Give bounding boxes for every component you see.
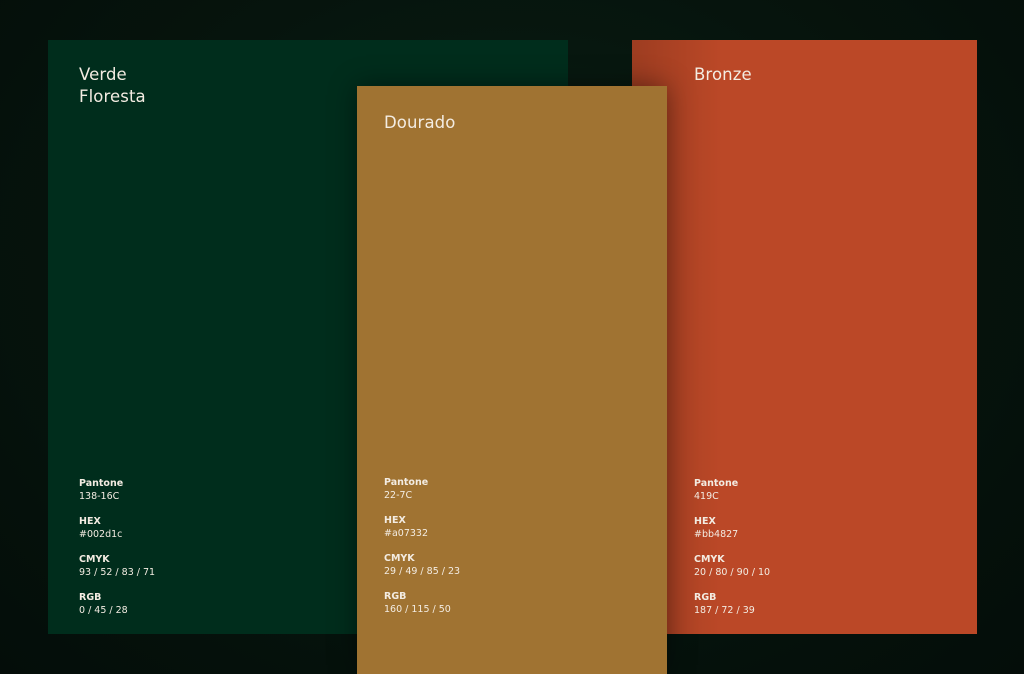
color-card-bronze: Bronze Pantone 419C HEX #bb4827 CMYK 20 … xyxy=(632,40,977,634)
color-specs: Pantone 138-16C HEX #002d1c CMYK 93 / 52… xyxy=(79,477,155,629)
spec-label: HEX xyxy=(79,516,101,527)
color-specs: Pantone 419C HEX #bb4827 CMYK 20 / 80 / … xyxy=(694,477,770,629)
spec-value: #a07332 xyxy=(384,528,429,539)
spec-value: #002d1c xyxy=(79,529,123,540)
spec-rgb: RGB 187 / 72 / 39 xyxy=(694,591,770,617)
spec-cmyk: CMYK 20 / 80 / 90 / 10 xyxy=(694,553,770,579)
spec-label: CMYK xyxy=(79,554,110,565)
spec-value: 138-16C xyxy=(79,491,120,502)
color-name: Bronze xyxy=(694,65,752,84)
spec-label: Pantone xyxy=(384,477,429,488)
spec-value: 20 / 80 / 90 / 10 xyxy=(694,567,771,578)
spec-hex: HEX #002d1c xyxy=(79,515,155,541)
spec-value: 0 / 45 / 28 xyxy=(79,605,128,616)
spec-rgb: RGB 0 / 45 / 28 xyxy=(79,591,155,617)
color-card-dourado: Dourado Pantone 22-7C HEX #a07332 CMYK 2… xyxy=(357,86,667,674)
spec-label: HEX xyxy=(694,516,716,527)
spec-pantone: Pantone 419C xyxy=(694,477,770,503)
spec-pantone: Pantone 22-7C xyxy=(384,476,460,502)
spec-value: 187 / 72 / 39 xyxy=(694,605,755,616)
spec-value: #bb4827 xyxy=(694,529,739,540)
spec-pantone: Pantone 138-16C xyxy=(79,477,155,503)
spec-label: RGB xyxy=(694,592,717,603)
color-name: Dourado xyxy=(384,113,456,132)
spec-label: CMYK xyxy=(384,553,415,564)
spec-label: Pantone xyxy=(694,478,739,489)
spec-hex: HEX #bb4827 xyxy=(694,515,770,541)
spec-label: RGB xyxy=(384,591,407,602)
color-name: Verde Floresta xyxy=(79,65,146,106)
spec-value: 29 / 49 / 85 / 23 xyxy=(384,566,461,577)
spec-value: 160 / 115 / 50 xyxy=(384,604,451,615)
color-specs: Pantone 22-7C HEX #a07332 CMYK 29 / 49 /… xyxy=(384,476,460,628)
spec-label: Pantone xyxy=(79,478,124,489)
spec-label: HEX xyxy=(384,515,406,526)
spec-value: 419C xyxy=(694,491,719,502)
spec-value: 93 / 52 / 83 / 71 xyxy=(79,567,156,578)
spec-value: 22-7C xyxy=(384,490,413,501)
spec-label: CMYK xyxy=(694,554,725,565)
spec-rgb: RGB 160 / 115 / 50 xyxy=(384,590,460,616)
spec-label: RGB xyxy=(79,592,102,603)
spec-cmyk: CMYK 93 / 52 / 83 / 71 xyxy=(79,553,155,579)
spec-hex: HEX #a07332 xyxy=(384,514,460,540)
spec-cmyk: CMYK 29 / 49 / 85 / 23 xyxy=(384,552,460,578)
